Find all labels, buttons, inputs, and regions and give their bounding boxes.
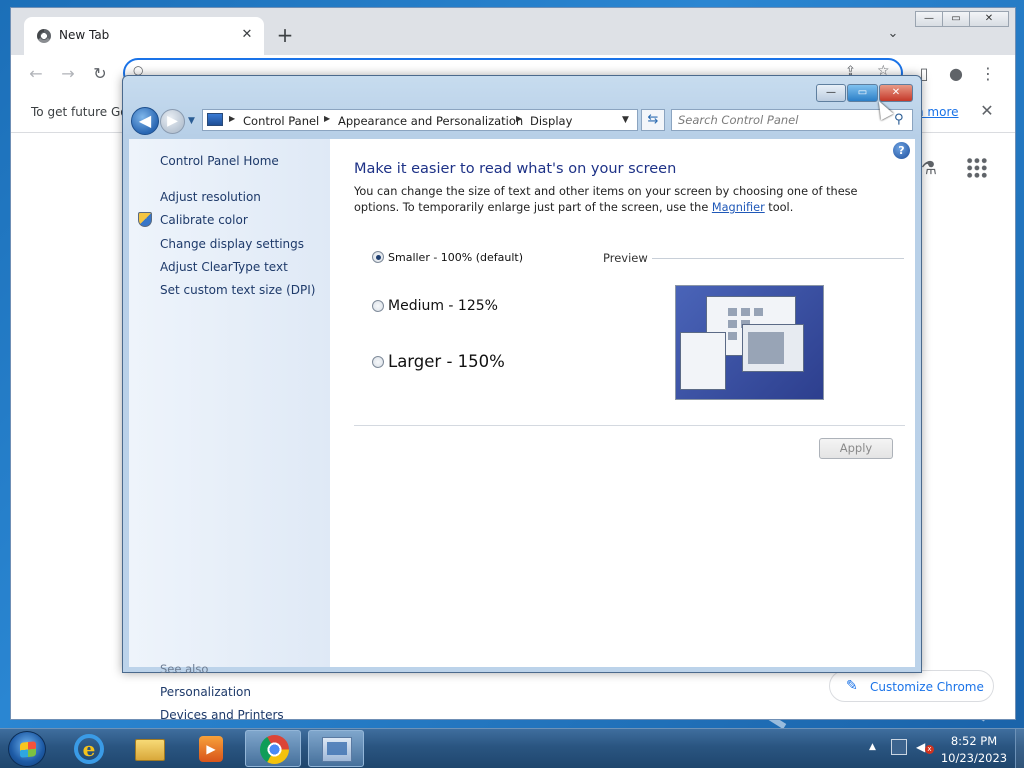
see-also-heading: See also [160, 662, 209, 676]
minimize-button[interactable]: — [816, 84, 846, 102]
chrome-menu-icon[interactable]: ⋮ [977, 63, 999, 85]
preview-cell [728, 308, 737, 316]
breadcrumb-control-panel[interactable]: Control Panel [243, 114, 319, 128]
infobar-text: To get future Go [31, 105, 128, 119]
taskbar-control-panel[interactable] [308, 730, 364, 767]
breadcrumb-separator-icon[interactable]: ▶ [229, 114, 235, 123]
set-custom-text-size-link[interactable]: Set custom text size (DPI) [160, 283, 315, 297]
desktop: New Tab ✕ + ⌄ — ▭ ✕ ← → ↻ ○ ⇪ ☆ ▯ ● ⋮ To… [0, 0, 1024, 728]
tab-title: New Tab [59, 28, 110, 42]
search-icon[interactable]: ⚲ [894, 112, 904, 127]
preview-window-list [680, 332, 726, 390]
control-panel-window: — ▭ ✕ ◀ ▶ ▼ ▶ Control Panel ▶ Appearance… [122, 75, 922, 722]
preview-image [675, 285, 824, 400]
section-divider [354, 425, 905, 426]
control-panel-home-link[interactable]: Control Panel Home [160, 154, 279, 168]
maximize-button[interactable]: ▭ [847, 84, 878, 102]
preview-cell [741, 308, 750, 316]
new-tab-button[interactable]: + [273, 24, 297, 48]
change-display-settings-link[interactable]: Change display settings [160, 237, 304, 251]
task-pane: Control Panel Home Adjust resolution Cal… [129, 139, 330, 722]
back-button[interactable]: ◀ [131, 107, 159, 135]
option-smaller-label[interactable]: Smaller - 100% (default) [388, 251, 523, 264]
calibrate-color-link[interactable]: Calibrate color [160, 213, 248, 227]
breadcrumb-separator-icon[interactable]: ▶ [324, 114, 330, 123]
speaker-icon: ◀ [916, 740, 926, 754]
chrome-maximize-button[interactable]: ▭ [942, 11, 970, 27]
show-hidden-icons-icon[interactable]: ▲ [869, 742, 876, 752]
preview-cell [728, 332, 737, 340]
devices-and-printers-link[interactable]: Devices and Printers [160, 708, 284, 722]
mute-badge-icon: x [925, 745, 934, 754]
customize-chrome-label: Customize Chrome [870, 680, 984, 694]
personalization-link[interactable]: Personalization [160, 685, 251, 699]
preview-label: Preview [603, 251, 648, 265]
main-pane: ? Make it easier to read what's on your … [330, 139, 915, 667]
reload-icon[interactable]: ↻ [89, 63, 111, 85]
folder-icon [135, 739, 165, 761]
apply-button[interactable]: Apply [819, 438, 893, 459]
forward-arrow-icon[interactable]: → [57, 63, 79, 85]
infobar-learn-more-link[interactable]: n more [916, 105, 959, 119]
address-bar[interactable]: ▶ Control Panel ▶ Appearance and Persona… [202, 109, 638, 131]
network-icon[interactable] [891, 739, 907, 755]
volume-muted-icon[interactable]: ◀ x [916, 740, 934, 756]
option-larger-label[interactable]: Larger - 150% [388, 352, 505, 371]
help-icon[interactable]: ? [893, 142, 910, 159]
media-player-icon: ▶ [199, 736, 223, 762]
description-text-end: tool. [764, 201, 794, 214]
adjust-resolution-link[interactable]: Adjust resolution [160, 190, 261, 204]
refresh-icon[interactable]: ⇆ [641, 109, 665, 131]
tab-close-icon[interactable]: ✕ [238, 26, 256, 44]
clock-time[interactable]: 8:52 PM [936, 734, 1012, 748]
taskbar-chrome[interactable] [245, 730, 301, 767]
start-button[interactable] [8, 731, 46, 767]
radio-medium[interactable] [372, 300, 384, 312]
page-title: Make it easier to read what's on your sc… [354, 161, 677, 177]
taskbar: e ▶ ▲ ◀ x 8:52 PM 10/23/2023 [0, 728, 1024, 768]
breadcrumb-separator-icon[interactable]: ▶ [516, 114, 522, 123]
page-description: You can change the size of text and othe… [354, 184, 894, 216]
magnifier-link[interactable]: Magnifier [712, 201, 765, 214]
radio-larger[interactable] [372, 355, 384, 368]
address-dropdown-icon[interactable]: ▼ [622, 115, 629, 125]
chrome-minimize-button[interactable]: — [915, 11, 943, 27]
option-medium-label[interactable]: Medium - 125% [388, 298, 498, 314]
customize-chrome-button[interactable]: ✎ Customize Chrome [829, 670, 994, 702]
option-medium[interactable]: Medium - 125% [372, 298, 498, 314]
preview-cell [728, 320, 737, 328]
internet-explorer-icon: e [74, 734, 104, 764]
control-panel-icon [322, 737, 352, 762]
control-panel-icon [207, 113, 223, 126]
forward-button[interactable]: ▶ [160, 109, 185, 134]
chrome-tab-new-tab[interactable]: New Tab ✕ [24, 17, 264, 55]
preview-cell [754, 308, 763, 316]
preview-divider [652, 258, 904, 259]
radio-smaller[interactable] [372, 251, 384, 263]
pencil-icon: ✎ [846, 678, 858, 694]
tab-search-icon[interactable]: ⌄ [883, 26, 903, 46]
search-input[interactable] [678, 112, 888, 128]
option-smaller[interactable]: Smaller - 100% (default) [372, 250, 523, 264]
breadcrumb-display[interactable]: Display [530, 114, 572, 128]
adjust-cleartype-link[interactable]: Adjust ClearType text [160, 260, 288, 274]
chrome-icon [260, 735, 289, 764]
infobar-close-icon[interactable]: ✕ [977, 101, 997, 121]
preview-window-content [748, 332, 784, 364]
chrome-close-button[interactable]: ✕ [969, 11, 1009, 27]
option-larger[interactable]: Larger - 150% [372, 351, 505, 371]
google-apps-icon[interactable] [966, 157, 988, 179]
control-panel-content: Control Panel Home Adjust resolution Cal… [129, 139, 915, 722]
show-desktop-button[interactable] [1015, 729, 1024, 768]
clock-date[interactable]: 10/23/2023 [936, 751, 1012, 765]
uac-shield-icon [138, 212, 152, 227]
taskbar-windows-explorer[interactable] [122, 730, 178, 767]
back-arrow-icon[interactable]: ← [25, 63, 47, 85]
taskbar-media-player[interactable]: ▶ [183, 730, 239, 767]
recent-pages-chevron-icon[interactable]: ▼ [188, 116, 198, 126]
taskbar-internet-explorer[interactable]: e [61, 730, 117, 767]
chrome-favicon-icon [37, 29, 51, 43]
profile-avatar-icon[interactable]: ● [945, 63, 967, 85]
breadcrumb-appearance[interactable]: Appearance and Personalization [338, 114, 523, 128]
